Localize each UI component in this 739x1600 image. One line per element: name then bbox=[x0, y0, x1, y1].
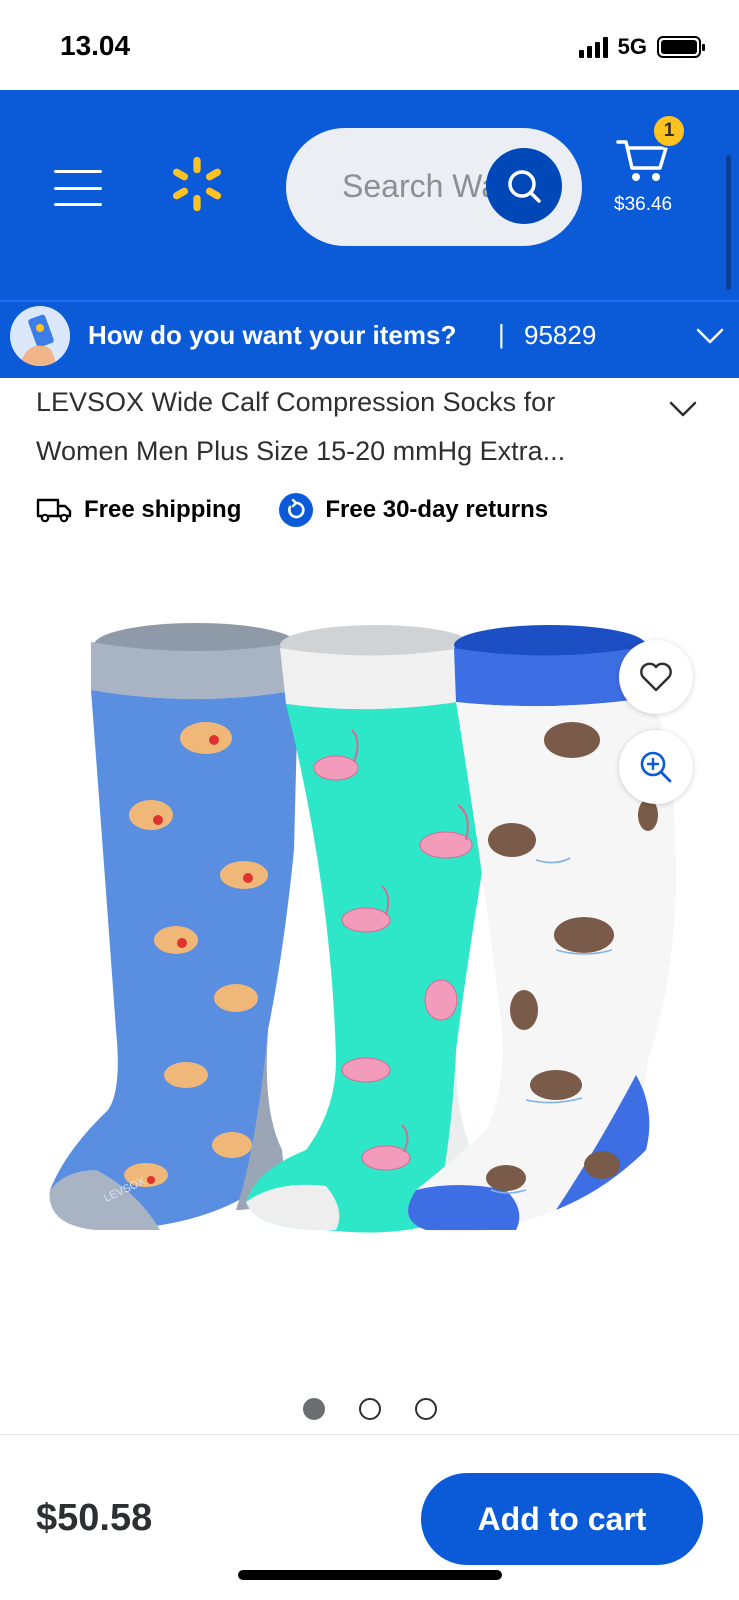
free-shipping-label: Free shipping bbox=[84, 496, 242, 523]
heart-icon bbox=[640, 662, 672, 692]
signal-icon bbox=[578, 36, 608, 58]
free-shipping-badge: Free shipping bbox=[36, 496, 241, 524]
truck-icon bbox=[36, 498, 72, 523]
status-indicators: 5G bbox=[578, 34, 705, 60]
expand-title-chevron-icon[interactable] bbox=[668, 396, 698, 420]
search-icon bbox=[508, 170, 541, 203]
menu-icon[interactable] bbox=[54, 170, 102, 206]
product-price: $50.58 bbox=[36, 1497, 153, 1539]
product-title-line2: Women Men Plus Size 15-20 mmHg Extra... bbox=[36, 436, 566, 466]
cart-button[interactable]: 1 $36.46 bbox=[608, 114, 708, 224]
walmart-spark-logo[interactable] bbox=[168, 152, 226, 216]
scrollbar[interactable] bbox=[726, 155, 731, 290]
carousel-dot-3[interactable] bbox=[414, 1398, 437, 1420]
zoom-in-icon bbox=[640, 751, 672, 783]
free-returns-label: Free 30-day returns bbox=[325, 496, 549, 523]
network-type: 5G bbox=[617, 34, 647, 59]
carousel-dots bbox=[0, 1398, 739, 1420]
cart-count-badge: 1 bbox=[652, 114, 686, 148]
zoom-button[interactable] bbox=[619, 730, 693, 804]
free-returns-badge: Free 30-day returns bbox=[279, 493, 548, 527]
home-indicator[interactable] bbox=[238, 1570, 502, 1580]
delivery-separator: | bbox=[498, 319, 505, 349]
search-input[interactable]: Search Wa bbox=[286, 128, 582, 246]
favorite-button[interactable] bbox=[619, 640, 693, 714]
product-title-line1: LEVSOX Wide Calf Compression Socks for bbox=[36, 387, 556, 417]
cart-total: $36.46 bbox=[614, 194, 673, 215]
header: Search Wa 1 $36.46 bbox=[0, 90, 739, 300]
chevron-down-icon bbox=[696, 328, 724, 344]
fulfillment-badges: Free shipping Free 30-day returns bbox=[36, 490, 586, 530]
phone-hand-icon bbox=[10, 306, 70, 366]
blue-corgi-sock: LEVSOX bbox=[49, 623, 298, 1230]
carousel-dot-2[interactable] bbox=[358, 1398, 381, 1420]
search-placeholder: Search Wa bbox=[342, 168, 500, 204]
search-button[interactable] bbox=[486, 148, 562, 224]
add-to-cart-button[interactable]: Add to cart bbox=[421, 1473, 703, 1565]
delivery-question: How do you want your items? bbox=[88, 320, 457, 350]
battery-icon bbox=[657, 36, 705, 58]
product-title: LEVSOX Wide Calf Compression Socks for W… bbox=[36, 378, 636, 476]
carousel-dot-1[interactable] bbox=[302, 1398, 325, 1420]
returns-icon bbox=[279, 493, 314, 527]
delivery-zip: 95829 bbox=[524, 320, 597, 350]
status-time: 13.04 bbox=[60, 30, 131, 61]
delivery-bar[interactable]: How do you want your items? | 95829 bbox=[0, 300, 739, 378]
status-bar: 13.04 5G bbox=[0, 0, 739, 90]
product-image[interactable]: LEVSOX bbox=[36, 590, 706, 1310]
